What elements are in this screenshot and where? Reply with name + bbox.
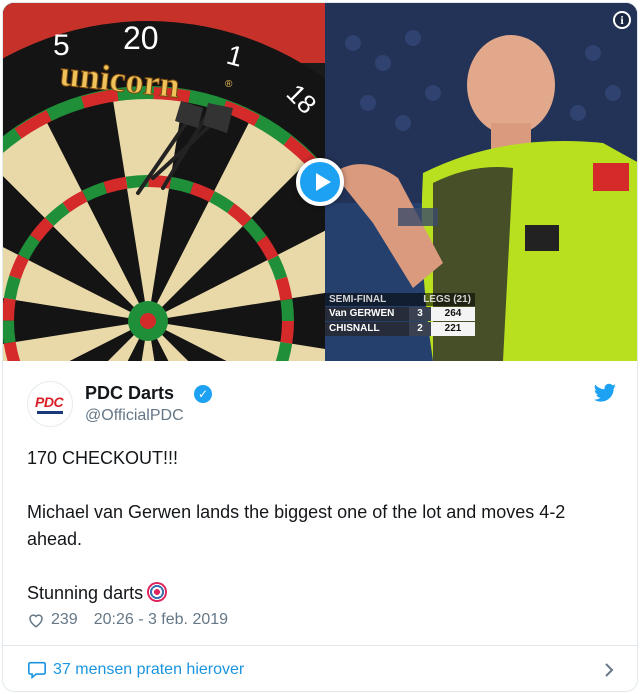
divider — [3, 645, 637, 646]
player-score: 221 — [431, 322, 475, 336]
board-number-20: 20 — [123, 20, 159, 56]
player-legs: 3 — [409, 307, 431, 321]
tweet-paragraph: 170 CHECKOUT!!! — [27, 448, 179, 468]
avatar-logo-stripe — [37, 411, 63, 414]
avatar-logo-text: PDC — [35, 394, 64, 410]
board-sponsor-mark: ® — [225, 79, 233, 90]
comment-icon — [27, 661, 46, 679]
twitter-bird-icon[interactable] — [593, 383, 617, 405]
display-name[interactable]: PDC Darts — [85, 383, 174, 404]
chevron-right-icon[interactable] — [603, 661, 615, 679]
conversation-link-label[interactable]: 37 mensen praten hierover — [53, 661, 244, 679]
info-icon[interactable]: i — [613, 11, 631, 29]
conversation-link[interactable]: 37 mensen praten hierover — [27, 657, 617, 683]
scoreboard-row: Van GERWEN 3 264 — [325, 307, 475, 321]
avatar[interactable]: PDC — [27, 381, 73, 427]
scoreboard-stage: SEMI-FINAL — [329, 294, 387, 305]
player-score: 264 — [431, 307, 475, 321]
player-name: CHISNALL — [325, 322, 409, 336]
tweet-meta: 239 20:26 - 3 feb. 2019 — [27, 611, 228, 629]
play-icon[interactable] — [296, 158, 344, 206]
player-name: Van GERWEN — [325, 307, 409, 321]
scoreboard-legs-header: LEGS (21) — [409, 293, 475, 306]
legs-format: (21) — [453, 294, 471, 305]
scoreboard-row: CHISNALL 2 221 — [325, 322, 475, 336]
user-handle[interactable]: @OfficialPDC — [85, 407, 184, 425]
video-thumbnail[interactable]: 5 20 1 18 unicorn ® i SEMI-FINAL LEGS (2… — [3, 3, 637, 361]
tweet-body: 170 CHECKOUT!!! Michael van Gerwen lands… — [27, 445, 615, 607]
heart-icon[interactable] — [27, 611, 45, 629]
tweet-header: PDC PDC Darts ✓ @OfficialPDC — [27, 381, 617, 431]
tweet-embed-card: 5 20 1 18 unicorn ® i SEMI-FINAL LEGS (2… — [2, 2, 638, 692]
verified-icon: ✓ — [194, 385, 212, 403]
tweet-paragraph: Michael van Gerwen lands the biggest one… — [27, 502, 566, 549]
legs-label: LEGS — [423, 294, 451, 305]
tweet-paragraph-text: Stunning darts — [27, 583, 144, 603]
scoreboard-header: SEMI-FINAL LEGS (21) — [325, 293, 475, 306]
tweet-paragraph-last: Stunning darts — [27, 580, 615, 607]
like-count[interactable]: 239 — [51, 611, 78, 629]
timestamp[interactable]: 20:26 - 3 feb. 2019 — [94, 611, 228, 629]
player-legs: 2 — [409, 322, 431, 336]
scoreboard: SEMI-FINAL LEGS (21) Van GERWEN 3 264 CH… — [325, 293, 475, 336]
target-emoji-icon — [147, 582, 168, 602]
